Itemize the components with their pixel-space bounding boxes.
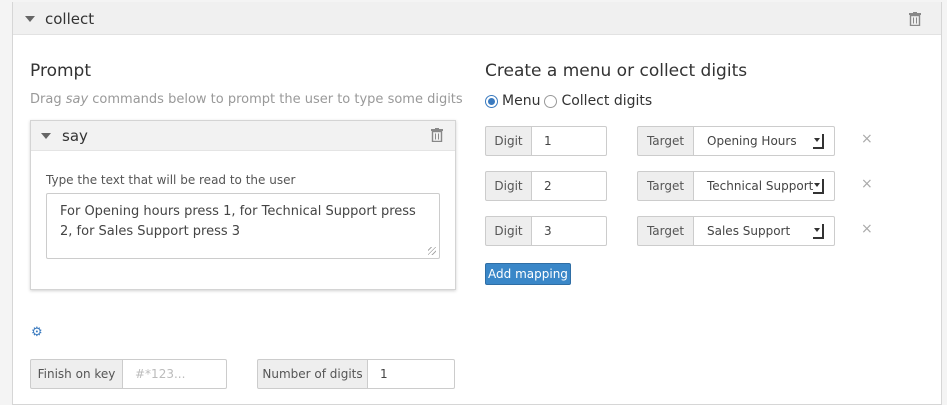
dropdown-arrow-icon[interactable]	[813, 134, 824, 149]
digit-label: Digit	[485, 216, 532, 246]
say-text-value: For Opening hours press 1, for Technical…	[60, 204, 416, 239]
target-label: Target	[637, 126, 694, 156]
prompt-help-text: Drag say commands below to prompt the us…	[30, 92, 463, 107]
gear-icon[interactable]: ⚙	[31, 325, 43, 340]
trash-icon[interactable]	[431, 128, 443, 142]
mode-radio-group: Menu Collect digits	[485, 93, 652, 109]
menu-radio-label[interactable]: Menu	[502, 93, 540, 109]
finish-on-key-input[interactable]: #*123...	[123, 359, 227, 389]
help-text-emphasis: say	[65, 92, 89, 107]
target-select[interactable]: Sales Support	[694, 216, 835, 246]
mapping-row: Digit 3	[485, 216, 607, 246]
number-of-digits-group: Number of digits 1	[257, 359, 455, 389]
say-card-header[interactable]: say	[31, 121, 455, 151]
caret-down-icon[interactable]	[25, 16, 35, 22]
dropdown-arrow-icon[interactable]	[813, 179, 824, 194]
dropdown-arrow-icon[interactable]	[813, 224, 824, 239]
resize-grip-icon[interactable]	[428, 247, 436, 255]
digit-label: Digit	[485, 126, 532, 156]
section-title: collect	[45, 10, 95, 28]
collect-panel: collect Prompt Drag say commands below t…	[12, 2, 942, 405]
collect-digits-radio[interactable]	[544, 94, 558, 108]
digit-input[interactable]: 3	[532, 216, 607, 246]
collect-digits-radio-label[interactable]: Collect digits	[561, 93, 652, 109]
mapping-target-group: Target Technical Support	[637, 171, 835, 201]
say-command-card[interactable]: say Type the text that will be read to t…	[30, 120, 456, 290]
target-label: Target	[637, 216, 694, 246]
say-card-title: say	[62, 127, 88, 145]
add-mapping-button[interactable]: Add mapping	[485, 263, 571, 285]
finish-on-key-group: Finish on key #*123...	[30, 359, 227, 389]
menu-heading: Create a menu or collect digits	[485, 61, 748, 81]
menu-radio[interactable]	[485, 94, 498, 108]
target-select[interactable]: Technical Support	[694, 171, 835, 201]
remove-mapping-icon[interactable]: ×	[861, 221, 873, 237]
trash-icon[interactable]	[909, 12, 921, 26]
caret-down-icon[interactable]	[41, 133, 51, 139]
mapping-row: Digit 1	[485, 126, 607, 156]
target-select-value: Opening Hours	[707, 134, 797, 148]
number-of-digits-input[interactable]: 1	[368, 359, 455, 389]
digit-input[interactable]: 1	[532, 126, 607, 156]
target-label: Target	[637, 171, 694, 201]
remove-mapping-icon[interactable]: ×	[861, 176, 873, 192]
collect-panel-header[interactable]: collect	[13, 2, 941, 35]
number-of-digits-label: Number of digits	[257, 359, 368, 389]
mapping-target-group: Target Sales Support	[637, 216, 835, 246]
say-text-input[interactable]: For Opening hours press 1, for Technical…	[46, 193, 440, 259]
mapping-row: Digit 2	[485, 171, 607, 201]
help-text-part: commands below to prompt the user to typ…	[88, 92, 463, 107]
say-text-label: Type the text that will be read to the u…	[46, 173, 296, 187]
mapping-target-group: Target Opening Hours	[637, 126, 835, 156]
target-select-value: Technical Support	[707, 179, 814, 193]
digit-label: Digit	[485, 171, 532, 201]
target-select[interactable]: Opening Hours	[694, 126, 835, 156]
remove-mapping-icon[interactable]: ×	[861, 131, 873, 147]
help-text-part: Drag	[30, 92, 66, 107]
prompt-heading: Prompt	[30, 61, 91, 81]
digit-input[interactable]: 2	[532, 171, 607, 201]
target-select-value: Sales Support	[707, 224, 791, 238]
finish-on-key-label: Finish on key	[30, 359, 123, 389]
